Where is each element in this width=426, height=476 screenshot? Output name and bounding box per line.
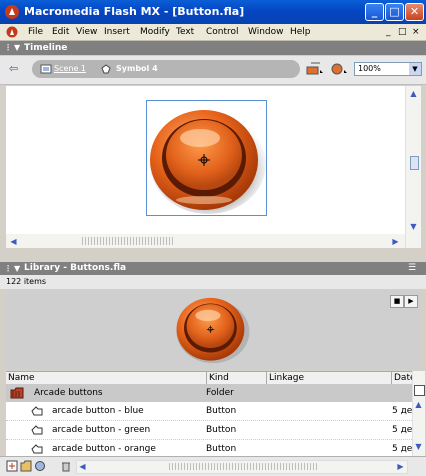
menu-edit[interactable]: Edit xyxy=(52,26,69,38)
doc-minimize-button[interactable]: _ xyxy=(386,27,391,37)
menu-text[interactable]: Text xyxy=(176,26,194,38)
library-preview: ■ ▶ xyxy=(6,289,420,369)
doc-restore-button[interactable]: □ xyxy=(398,27,407,37)
maximize-button[interactable]: □ xyxy=(385,3,404,21)
scene-icon xyxy=(40,64,52,74)
breadcrumb-symbol[interactable]: Symbol 4 xyxy=(116,63,158,75)
chevron-down-icon[interactable]: ▼ xyxy=(409,63,421,75)
scroll-thumb[interactable] xyxy=(410,156,419,170)
button-symbol-icon xyxy=(31,406,43,416)
panel-options-icon[interactable]: ☰ xyxy=(408,262,416,275)
timeline-panel-header[interactable]: ⋮ ▼ Timeline xyxy=(0,41,426,55)
library-panel-header[interactable]: ⋮ ▼ Library - Buttons.fla ☰ xyxy=(0,262,426,275)
menu-modify[interactable]: Modify xyxy=(140,26,170,38)
document-icon[interactable] xyxy=(6,26,18,38)
edit-symbols-icon[interactable] xyxy=(330,62,348,76)
zoom-select[interactable]: 100% ▼ xyxy=(354,62,422,76)
column-name[interactable]: Name xyxy=(8,372,35,384)
scroll-left-icon[interactable]: ◀ xyxy=(77,461,88,472)
menu-bar: File Edit View Insert Modify Text Contro… xyxy=(0,24,426,41)
menu-view[interactable]: View xyxy=(76,26,97,38)
preview-arcade-button xyxy=(176,297,250,364)
menu-window[interactable]: Window xyxy=(248,26,284,38)
panel-gripper-icon[interactable]: ⋮ xyxy=(4,262,12,275)
title-bar: Macromedia Flash MX - [Button.fla] _ □ ✕ xyxy=(0,0,426,24)
doc-close-button[interactable]: × xyxy=(412,27,420,37)
column-linkage[interactable]: Linkage xyxy=(266,372,304,384)
item-date: 5 де xyxy=(392,406,413,416)
scroll-down-icon[interactable]: ▼ xyxy=(413,441,424,452)
button-symbol-icon xyxy=(31,425,43,435)
stage-vertical-scrollbar[interactable]: ▲ ▼ xyxy=(405,86,421,248)
column-kind[interactable]: Kind xyxy=(206,372,229,384)
scroll-up-icon[interactable]: ▲ xyxy=(408,88,419,99)
library-bottom-toolbar: ◀ ▶ xyxy=(0,456,426,476)
stage-canvas[interactable] xyxy=(6,86,405,234)
item-kind: Button xyxy=(206,425,237,435)
scroll-thumb[interactable] xyxy=(82,237,174,245)
scroll-down-icon[interactable]: ▼ xyxy=(408,221,419,232)
menu-insert[interactable]: Insert xyxy=(104,26,130,38)
item-name: arcade button - blue xyxy=(52,406,144,416)
table-row[interactable]: arcade button - orange Button 5 де xyxy=(6,440,412,456)
library-count-bar: 122 items xyxy=(0,275,426,289)
panel-gripper-icon[interactable]: ⋮ xyxy=(4,41,12,55)
table-row[interactable]: arcade button - blue Button 5 де xyxy=(6,402,412,421)
item-name: arcade button - orange xyxy=(52,444,156,454)
timeline-title: Timeline xyxy=(24,43,68,53)
properties-icon[interactable] xyxy=(34,460,46,472)
stage-horizontal-scrollbar[interactable]: ◀ ▶ xyxy=(6,234,405,248)
stop-preview-button[interactable]: ■ xyxy=(390,295,404,308)
scroll-right-icon[interactable]: ▶ xyxy=(395,461,406,472)
scroll-right-icon[interactable]: ▶ xyxy=(390,236,401,247)
folder-icon xyxy=(10,387,24,399)
table-row[interactable]: arcade button - green Button 5 де xyxy=(6,421,412,440)
item-kind: Button xyxy=(206,444,237,454)
breadcrumb: Scene 1 Symbol 4 xyxy=(32,60,300,78)
button-symbol-icon xyxy=(31,444,43,454)
play-preview-button[interactable]: ▶ xyxy=(404,295,418,308)
item-name: arcade button - green xyxy=(52,425,151,435)
new-symbol-icon[interactable] xyxy=(6,460,18,472)
library-title: Library - Buttons.fla xyxy=(24,263,127,273)
item-date: 5 де xyxy=(392,425,413,435)
new-folder-icon[interactable] xyxy=(20,460,32,472)
table-row[interactable]: Arcade buttons Folder xyxy=(6,384,412,402)
breadcrumb-scene[interactable]: Scene 1 xyxy=(54,63,86,75)
back-arrow-icon[interactable]: ⇦ xyxy=(9,63,23,75)
edit-scene-icon[interactable] xyxy=(306,62,324,76)
close-button[interactable]: ✕ xyxy=(405,3,424,21)
item-name: Arcade buttons xyxy=(34,388,103,398)
library-item-count: 122 items xyxy=(6,277,47,286)
item-kind: Button xyxy=(206,406,237,416)
minimize-button[interactable]: _ xyxy=(365,3,384,21)
symbol-icon xyxy=(101,64,111,74)
collapse-arrow-icon[interactable]: ▼ xyxy=(14,41,20,55)
menu-file[interactable]: File xyxy=(28,26,43,38)
library-column-headers: Name Kind Linkage Date xyxy=(6,371,416,385)
scroll-thumb[interactable] xyxy=(169,463,319,470)
window-title: Macromedia Flash MX - [Button.fla] xyxy=(24,5,245,18)
scroll-left-icon[interactable]: ◀ xyxy=(8,236,19,247)
scroll-up-icon[interactable]: ▲ xyxy=(413,399,424,410)
arcade-button-orange-symbol[interactable] xyxy=(146,100,267,216)
menu-help[interactable]: Help xyxy=(290,26,311,38)
checkbox[interactable] xyxy=(414,385,425,396)
collapse-arrow-icon[interactable]: ▼ xyxy=(14,262,20,275)
item-kind: Folder xyxy=(206,388,234,398)
menu-control[interactable]: Control xyxy=(206,26,239,38)
library-vertical-scrollbar[interactable]: ▲ ▼ xyxy=(412,371,425,456)
item-date: 5 де xyxy=(392,444,412,454)
flash-app-icon[interactable] xyxy=(4,4,20,20)
library-horizontal-scrollbar[interactable]: ◀ ▶ xyxy=(76,460,408,474)
trash-icon[interactable] xyxy=(60,460,72,472)
zoom-value: 100% xyxy=(358,64,381,73)
